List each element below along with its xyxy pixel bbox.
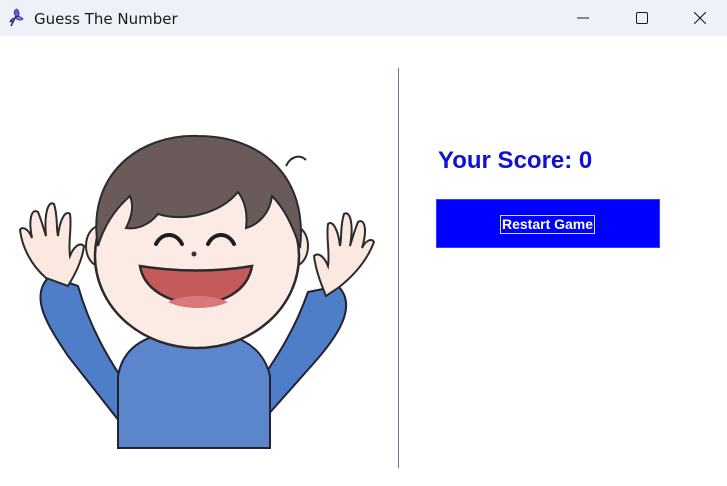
minimize-icon	[577, 17, 589, 19]
restart-game-button[interactable]: Restart Game	[436, 199, 660, 248]
vertical-divider	[398, 68, 399, 468]
score-display: Your Score: 0	[438, 147, 593, 174]
window-title: Guess The Number	[34, 10, 178, 28]
game-content: Your Score: 0 Restart Game	[0, 36, 727, 486]
close-icon	[694, 12, 706, 24]
maximize-icon	[636, 12, 648, 24]
title-bar: Guess The Number	[0, 0, 727, 36]
restart-button-label: Restart Game	[500, 215, 596, 234]
app-feather-icon	[7, 8, 25, 28]
close-button[interactable]	[677, 0, 723, 36]
minimize-button[interactable]	[560, 0, 606, 36]
happy-child-image	[8, 96, 388, 476]
maximize-button[interactable]	[619, 0, 665, 36]
